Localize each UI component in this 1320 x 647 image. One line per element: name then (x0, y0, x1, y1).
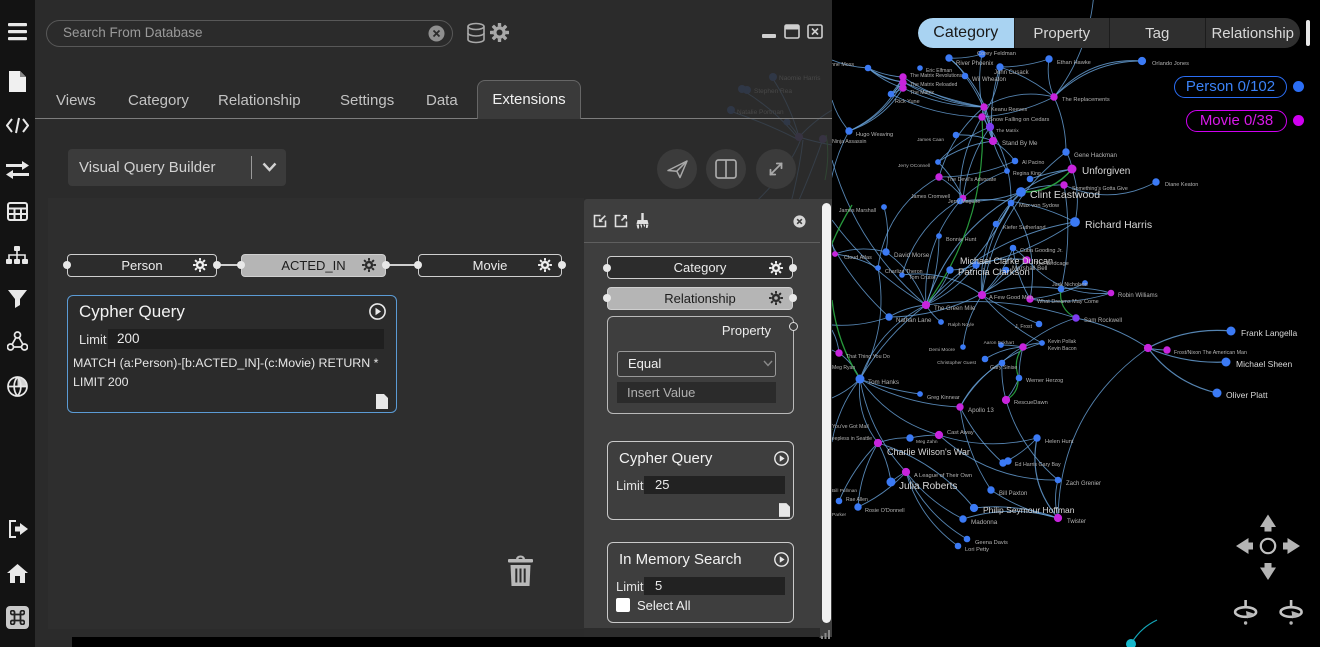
svg-text:The Green Mile: The Green Mile (934, 306, 976, 312)
svg-text:James Marshall: James Marshall (839, 208, 876, 214)
svg-text:RescueDawn: RescueDawn (1014, 400, 1048, 406)
svg-text:Greg Kinnear: Greg Kinnear (927, 395, 960, 401)
svg-text:Natalie Portman: Natalie Portman (737, 109, 784, 116)
svg-text:Helen Hunt: Helen Hunt (1045, 439, 1074, 445)
svg-text:Ed Harris Gary Bay: Ed Harris Gary Bay (1015, 462, 1061, 468)
svg-text:Aaron Eckhart: Aaron Eckhart (984, 340, 1015, 346)
svg-text:Kevin Bacon: Kevin Bacon (1048, 346, 1077, 352)
svg-text:The Replacements: The Replacements (1062, 97, 1110, 103)
svg-text:Stephen Rea: Stephen Rea (754, 88, 792, 95)
svg-text:Lori Petty: Lori Petty (965, 547, 989, 553)
svg-text:Philip Seymour Hoffman: Philip Seymour Hoffman (983, 505, 1075, 515)
svg-text:Sam Rockwell: Sam Rockwell (1084, 318, 1122, 324)
svg-text:Zach Grenier: Zach Grenier (1066, 481, 1101, 487)
svg-text:Julia Roberts: Julia Roberts (899, 481, 957, 492)
svg-text:Stand By Me: Stand By Me (1002, 140, 1038, 147)
svg-text:Bill Paxton: Bill Paxton (999, 491, 1027, 497)
svg-text:Demi Moore: Demi Moore (929, 347, 955, 353)
svg-text:River Phoenix: River Phoenix (956, 61, 993, 67)
svg-text:Nathan Lane: Nathan Lane (896, 317, 932, 324)
svg-text:Regina King: Regina King (1013, 171, 1041, 177)
svg-text:Rosie O'Donnell: Rosie O'Donnell (865, 508, 905, 514)
svg-text:A Few Good Men: A Few Good Men (989, 295, 1033, 301)
svg-text:What Dreams May Come: What Dreams May Come (1037, 299, 1099, 305)
svg-text:The Birdcage: The Birdcage (1035, 261, 1069, 267)
svg-text:J. Frost: J. Frost (1015, 324, 1033, 330)
svg-text:Apollo 13: Apollo 13 (968, 407, 994, 414)
svg-text:Richard Harris: Richard Harris (1085, 219, 1152, 231)
svg-text:The Matrix: The Matrix (996, 128, 1019, 134)
svg-text:Cuba Gooding Jr.: Cuba Gooding Jr. (1020, 248, 1063, 254)
svg-text:James Cromwell: James Cromwell (911, 194, 950, 200)
svg-text:The Matrix Reloaded: The Matrix Reloaded (910, 82, 957, 88)
svg-text:Parker: Parker (832, 512, 847, 518)
svg-text:John Cusack: John Cusack (994, 70, 1030, 76)
svg-text:Bill Pullman: Bill Pullman (832, 488, 857, 494)
svg-text:David Morse: David Morse (894, 252, 930, 259)
svg-text:You've Got Mail: You've Got Mail (832, 424, 869, 430)
svg-text:Cloud Atlas: Cloud Atlas (844, 255, 872, 261)
svg-text:Snow Falling on Cedars: Snow Falling on Cedars (989, 117, 1050, 123)
svg-text:Werner Herzog: Werner Herzog (1026, 378, 1063, 384)
svg-text:Michael Sheen: Michael Sheen (1236, 359, 1293, 369)
svg-text:Clint Eastwood: Clint Eastwood (1030, 189, 1100, 201)
svg-text:Twister: Twister (1067, 519, 1086, 525)
svg-text:Kevin Pollak: Kevin Pollak (1048, 339, 1076, 345)
svg-text:Diane Keaton: Diane Keaton (1165, 182, 1198, 188)
svg-text:Oliver Platt: Oliver Platt (1226, 390, 1268, 400)
svg-text:That Thing You Do: That Thing You Do (846, 354, 890, 360)
svg-text:Ethan Hawke: Ethan Hawke (1057, 60, 1091, 66)
svg-text:Frost/Nixon The American Man: Frost/Nixon The American Man (1174, 350, 1247, 356)
svg-text:Tom Hanks: Tom Hanks (868, 379, 899, 386)
svg-text:The Matrix: The Matrix (910, 90, 935, 96)
svg-text:Gary Sinise: Gary Sinise (990, 365, 1017, 371)
svg-text:Jack Nicholson: Jack Nicholson (1052, 282, 1088, 288)
svg-text:Carrie-Anne Moss: Carrie-Anne Moss (832, 62, 854, 68)
svg-text:Kiefer Sutherland: Kiefer Sutherland (1003, 225, 1046, 231)
svg-text:Meg Ryan: Meg Ryan (832, 365, 855, 371)
svg-text:Tom Cruise: Tom Cruise (909, 275, 936, 281)
svg-text:Unforgiven: Unforgiven (1082, 166, 1130, 177)
svg-text:A League of Their Own: A League of Their Own (914, 473, 972, 479)
svg-text:Eric Elfman: Eric Elfman (926, 68, 952, 74)
svg-text:Christopher Guest: Christopher Guest (937, 360, 977, 366)
svg-text:Rae Allen: Rae Allen (846, 497, 868, 503)
svg-text:Corey Feldman: Corey Feldman (977, 51, 1016, 57)
svg-text:Sleepless in Seattle: Sleepless in Seattle (832, 436, 872, 442)
svg-text:Cast Away: Cast Away (947, 430, 974, 436)
svg-text:Rick Yune: Rick Yune (895, 99, 920, 105)
svg-text:Madonna: Madonna (971, 519, 998, 526)
svg-text:Geena Davis: Geena Davis (975, 540, 1008, 546)
svg-text:Robin Williams: Robin Williams (1118, 293, 1158, 299)
svg-text:The Devil's Advocate: The Devil's Advocate (947, 177, 996, 183)
svg-text:Naomie Harris: Naomie Harris (779, 75, 821, 82)
svg-text:Wil Wheaton: Wil Wheaton (972, 77, 1006, 83)
svg-text:Jerry OConnell: Jerry OConnell (898, 163, 930, 169)
svg-text:James Caan: James Caan (917, 137, 944, 143)
svg-text:Ninja Assassin: Ninja Assassin (832, 139, 866, 145)
svg-text:Frank Langella: Frank Langella (1241, 328, 1298, 338)
svg-text:Meg Zahn: Meg Zahn (916, 439, 938, 445)
svg-text:Jerry Maguire: Jerry Maguire (948, 199, 980, 205)
svg-text:Max von Sydow: Max von Sydow (1019, 203, 1060, 209)
svg-text:Gene Hackman: Gene Hackman (1074, 152, 1118, 159)
svg-text:Al Pacino: Al Pacino (1022, 160, 1044, 166)
svg-text:Ralph Noyle: Ralph Noyle (948, 322, 974, 328)
svg-text:Charlie Wilson's War: Charlie Wilson's War (887, 447, 970, 457)
svg-text:Keanu Reeves: Keanu Reeves (991, 107, 1027, 113)
svg-text:Hugo Weaving: Hugo Weaving (856, 132, 893, 138)
svg-text:Bonnie Hunt: Bonnie Hunt (946, 237, 977, 243)
svg-text:Orlando Jones: Orlando Jones (1152, 61, 1189, 67)
